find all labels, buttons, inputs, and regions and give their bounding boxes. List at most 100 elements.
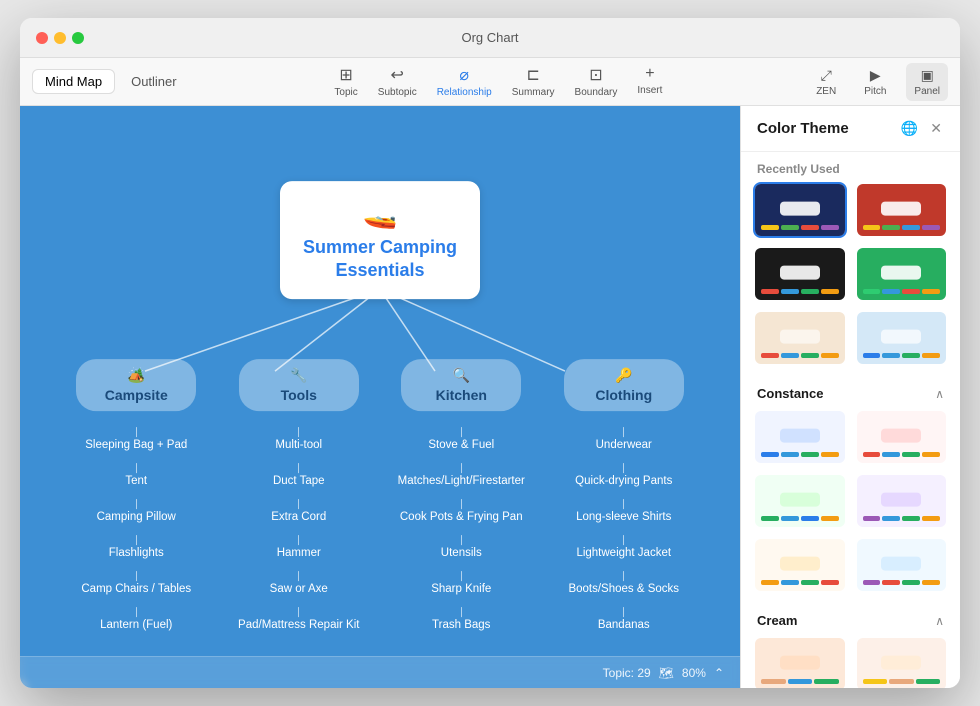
list-item: Camping Pillow: [97, 499, 176, 523]
list-item: Lantern (Fuel): [100, 607, 172, 631]
list-item: Flashlights: [109, 535, 164, 559]
panel-header: Color Theme 🌐 ✕: [741, 106, 960, 152]
tool-insert[interactable]: + Insert: [637, 65, 662, 98]
cream-section-header: Cream ∧: [741, 605, 960, 636]
maximize-button[interactable]: [72, 32, 84, 44]
theme-navy[interactable]: [753, 182, 847, 238]
close-button[interactable]: [36, 32, 48, 44]
main-area: 🚤 Summer Camping Essentials: [20, 106, 960, 688]
close-panel-icon[interactable]: ✕: [928, 118, 944, 139]
list-item: Camp Chairs / Tables: [81, 571, 191, 595]
kitchen-node[interactable]: 🔍 Kitchen: [401, 359, 521, 411]
theme-preview: [755, 184, 845, 236]
canvas[interactable]: 🚤 Summer Camping Essentials: [20, 106, 740, 688]
list-item: Long-sleeve Shirts: [576, 499, 671, 523]
map-icon: 🗺: [659, 666, 674, 680]
mode-panel[interactable]: ▣ Panel: [906, 63, 948, 101]
constance-section-header: Constance ∧: [741, 378, 960, 409]
tool-subtopic[interactable]: ↩ Subtopic: [378, 65, 417, 98]
theme-preview: [755, 475, 845, 527]
relationship-icon: ⌀: [459, 65, 469, 85]
tools-items: Multi-tool Duct Tape Extra Cord Hammer S…: [238, 427, 359, 631]
theme-blue-light[interactable]: [855, 310, 949, 366]
theme-preview: [857, 638, 947, 688]
boundary-icon: ⊡: [589, 65, 602, 85]
constance-chevron[interactable]: ∧: [935, 387, 944, 401]
theme-constance-3[interactable]: [753, 473, 847, 529]
titlebar: Org Chart: [20, 18, 960, 58]
globe-icon[interactable]: 🌐: [899, 118, 920, 139]
tool-boundary[interactable]: ⊡ Boundary: [575, 65, 618, 98]
theme-constance-6[interactable]: [855, 537, 949, 593]
theme-preview: [857, 184, 947, 236]
list-item: Multi-tool: [275, 427, 322, 451]
cream-chevron[interactable]: ∧: [935, 614, 944, 628]
theme-constance-1[interactable]: [753, 409, 847, 465]
cream-grid: [741, 636, 960, 688]
panel-header-icons: 🌐 ✕: [899, 118, 944, 139]
toolbar-modes: ⤢ ZEN ▶ Pitch ▣ Panel: [808, 63, 948, 101]
tool-topic[interactable]: ⊞ Topic: [334, 65, 357, 98]
theme-cream[interactable]: [753, 310, 847, 366]
zoom-level: 80%: [682, 666, 706, 680]
theme-preview: [755, 312, 845, 364]
theme-green[interactable]: [855, 246, 949, 302]
minimize-button[interactable]: [54, 32, 66, 44]
branch-kitchen: 🔍 Kitchen Stove & Fuel Matches/Light/Fir…: [391, 359, 531, 631]
branch-tools: 🔧 Tools Multi-tool Duct Tape Extra Cord …: [229, 359, 369, 631]
list-item: Boots/Shoes & Socks: [568, 571, 679, 595]
theme-preview: [857, 539, 947, 591]
tool-summary[interactable]: ⊏ Summary: [512, 65, 555, 98]
zoom-adjust-icon[interactable]: ⌃: [714, 666, 724, 680]
tab-outliner[interactable]: Outliner: [119, 69, 189, 94]
insert-icon: +: [645, 65, 654, 83]
theme-preview: [857, 475, 947, 527]
list-item: Sharp Knife: [431, 571, 491, 595]
theme-constance-4[interactable]: [855, 473, 949, 529]
right-panel: Color Theme 🌐 ✕ Recently Used: [740, 106, 960, 688]
panel-icon: ▣: [921, 67, 934, 84]
central-icon: 🚤: [300, 197, 460, 230]
subtopic-icon: ↩: [391, 65, 404, 85]
kitchen-items: Stove & Fuel Matches/Light/Firestarter C…: [398, 427, 525, 631]
clothing-node[interactable]: 🔑 Clothing: [564, 359, 684, 411]
window-title: Org Chart: [461, 30, 518, 45]
constance-title: Constance: [757, 386, 823, 401]
theme-cream-1[interactable]: [753, 636, 847, 688]
clothing-icon: 🔑: [615, 367, 632, 384]
panel-title: Color Theme: [757, 120, 849, 137]
theme-black[interactable]: [753, 246, 847, 302]
list-item: Bandanas: [598, 607, 650, 631]
branch-clothing: 🔑 Clothing Underwear Quick-drying Pants …: [554, 359, 694, 631]
tools-node[interactable]: 🔧 Tools: [239, 359, 359, 411]
app-window: Org Chart Mind Map Outliner ⊞ Topic ↩ Su…: [20, 18, 960, 688]
campsite-node[interactable]: 🏕️ Campsite: [76, 359, 196, 411]
tool-relationship[interactable]: ⌀ Relationship: [437, 65, 492, 98]
list-item: Saw or Axe: [270, 571, 328, 595]
theme-preview: [755, 638, 845, 688]
mode-pitch[interactable]: ▶ Pitch: [856, 63, 894, 101]
toolbar-tools: ⊞ Topic ↩ Subtopic ⌀ Relationship ⊏ Summ…: [197, 65, 801, 98]
list-item: Extra Cord: [271, 499, 326, 523]
theme-cream-2[interactable]: [855, 636, 949, 688]
list-item: Cook Pots & Frying Pan: [400, 499, 523, 523]
theme-constance-5[interactable]: [753, 537, 847, 593]
tab-mindmap[interactable]: Mind Map: [32, 69, 115, 94]
recently-used-grid: [741, 182, 960, 378]
topic-count: Topic: 29: [603, 666, 651, 680]
mode-zen[interactable]: ⤢ ZEN: [808, 63, 844, 101]
status-bar: Topic: 29 🗺 80% ⌃: [20, 656, 740, 688]
central-node[interactable]: 🚤 Summer Camping Essentials: [280, 181, 480, 299]
central-title: Summer Camping Essentials: [300, 236, 460, 283]
branch-campsite: 🏕️ Campsite Sleeping Bag + Pad Tent Camp…: [66, 359, 206, 631]
recently-used-title: Recently Used: [741, 152, 960, 182]
campsite-items: Sleeping Bag + Pad Tent Camping Pillow F…: [81, 427, 191, 631]
zen-icon: ⤢: [821, 67, 832, 84]
theme-constance-2[interactable]: [855, 409, 949, 465]
cream-title: Cream: [757, 613, 797, 628]
tools-icon: 🔧: [290, 367, 307, 384]
toolbar: Mind Map Outliner ⊞ Topic ↩ Subtopic ⌀ R…: [20, 58, 960, 106]
list-item: Stove & Fuel: [428, 427, 494, 451]
theme-preview: [755, 248, 845, 300]
theme-red[interactable]: [855, 182, 949, 238]
